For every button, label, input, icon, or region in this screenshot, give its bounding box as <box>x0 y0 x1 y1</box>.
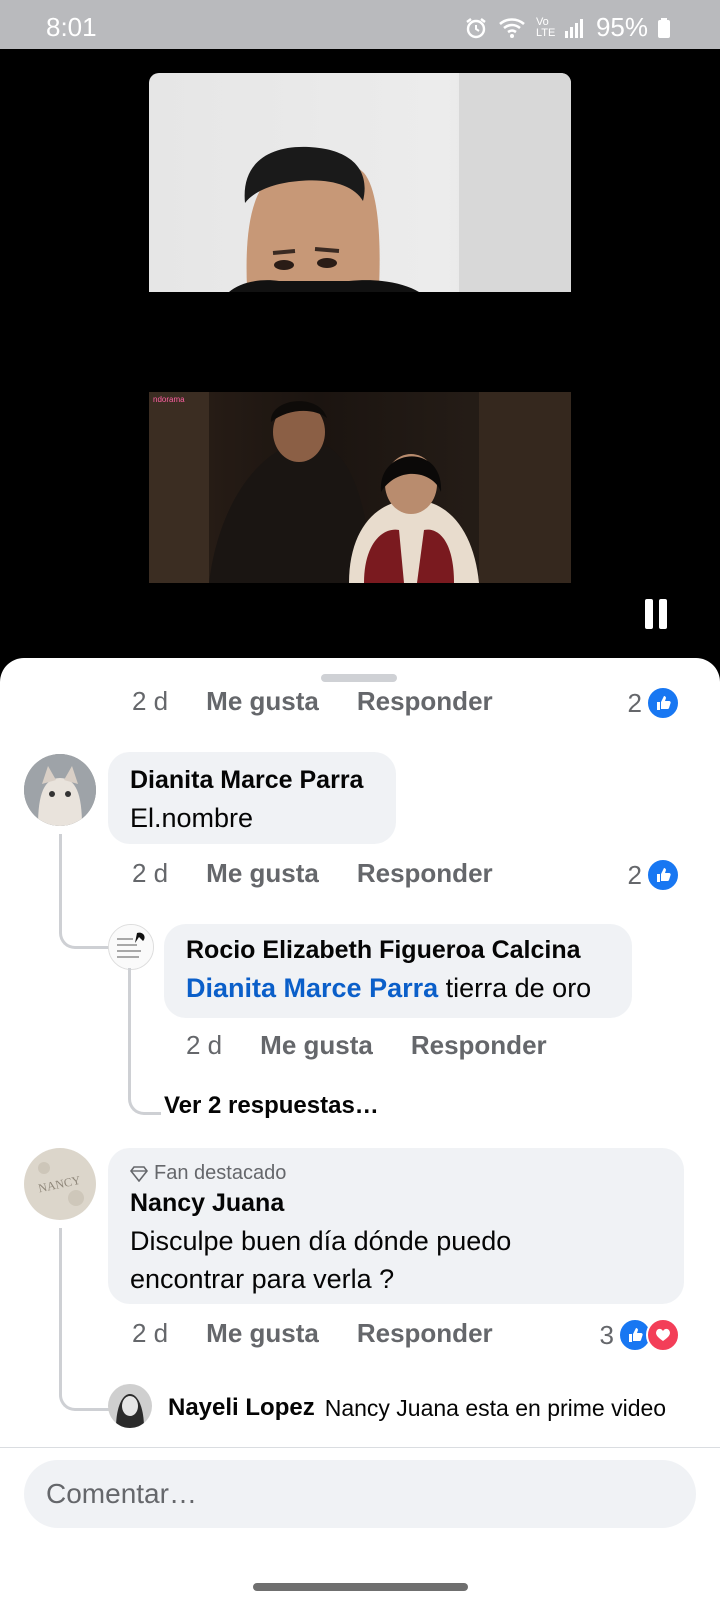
comment-age: 2 d <box>132 858 169 888</box>
battery-icon <box>658 17 670 38</box>
reaction-number: 3 <box>599 1319 614 1350</box>
love-reaction-icon <box>646 1318 680 1352</box>
reply-preview[interactable]: Nayeli Lopez Nancy Juana esta en prime v… <box>168 1394 666 1422</box>
comments-sheet: 2 d Me gusta Responder 2 Dianita Marce P… <box>0 658 720 1600</box>
avatar[interactable]: NANCY <box>24 1148 96 1220</box>
like-reaction-icon <box>646 858 680 892</box>
comment-text-line: Disculpe buen día dónde puedo <box>130 1226 512 1256</box>
comment-actions: 2 d Me gusta Responder <box>132 858 531 889</box>
reply-text: Dianita Marce Parra tierra de oro <box>186 969 608 1007</box>
comment-bubble[interactable]: Dianita Marce Parra El.nombre <box>108 752 396 844</box>
divider <box>0 1447 720 1448</box>
mention-link[interactable]: Dianita Marce Parra <box>186 973 438 1003</box>
reply-age: 2 d <box>186 1030 223 1060</box>
comment-bubble[interactable]: Fan destacado Nancy Juana Disculpe buen … <box>108 1148 684 1304</box>
comment-actions: 2 d Me gusta Responder <box>132 686 531 717</box>
alarm-icon <box>466 17 486 38</box>
gesture-nav-bar[interactable] <box>253 1583 468 1591</box>
wifi-icon <box>499 17 525 38</box>
badge-label: Fan destacado <box>154 1162 287 1184</box>
comment-input-placeholder: Comentar… <box>46 1478 197 1509</box>
nayeli-avatar-image <box>108 1384 152 1428</box>
signal-icon <box>564 18 583 38</box>
view-more-replies-link[interactable]: Ver 2 respuestas… <box>164 1092 379 1120</box>
reaction-number: 2 <box>627 687 642 718</box>
like-reaction-icon <box>646 686 680 720</box>
comment-age: 2 d <box>132 686 169 716</box>
network-label: Vo LTE <box>535 15 556 39</box>
comment-author[interactable]: Nancy Juana <box>130 1189 660 1218</box>
reply-text: Nancy Juana esta en prime video <box>324 1394 667 1421</box>
reply-actions: 2 d Me gusta Responder <box>186 1030 585 1061</box>
reply-author[interactable]: Rocio Elizabeth Figueroa Calcina <box>186 936 608 965</box>
like-link[interactable]: Me gusta <box>206 686 319 717</box>
like-link[interactable]: Me gusta <box>206 1318 319 1349</box>
thread-line <box>59 1228 110 1411</box>
movie-clip: ndorama <box>149 392 571 583</box>
diamond-icon <box>130 1165 148 1182</box>
top-fan-badge: Fan destacado <box>130 1162 660 1185</box>
pause-icon[interactable] <box>645 599 669 629</box>
comment-age: 2 d <box>132 1318 169 1348</box>
reply-link[interactable]: Responder <box>357 858 493 889</box>
comment-input[interactable]: Comentar… <box>24 1460 696 1528</box>
thread-line <box>128 968 161 1115</box>
reply-bubble[interactable]: Rocio Elizabeth Figueroa Calcina Dianita… <box>164 924 632 1018</box>
reaction-count[interactable]: 2 <box>628 858 680 892</box>
comment-text: El.nombre <box>130 803 254 833</box>
sheet-drag-handle[interactable] <box>321 674 397 682</box>
reply-link[interactable]: Responder <box>357 1318 493 1349</box>
reply-body: tierra de oro <box>438 973 592 1003</box>
comment-text: Disculpe buen día dónde puedo encontrar … <box>130 1222 660 1298</box>
video-player[interactable]: ndorama <box>0 49 720 660</box>
battery-percent: 95% <box>595 12 648 42</box>
streamer-camera-feed <box>149 73 571 292</box>
cat-avatar-image <box>24 754 96 826</box>
reaction-count[interactable]: 2 <box>628 686 680 720</box>
avatar[interactable] <box>108 1384 152 1428</box>
status-icons: Vo LTE 95% <box>464 12 670 43</box>
reply-link[interactable]: Responder <box>357 686 493 717</box>
memorial-avatar-image <box>109 925 153 969</box>
reaction-count[interactable]: 3 <box>600 1318 680 1352</box>
reply-author[interactable]: Nayeli Lopez <box>168 1394 315 1422</box>
comment-text-line: encontrar para verla ? <box>130 1264 395 1294</box>
movie-scene-image: ndorama <box>149 392 571 583</box>
thread-line <box>59 834 110 949</box>
like-link[interactable]: Me gusta <box>260 1030 373 1061</box>
sand-avatar-image: NANCY <box>24 1148 96 1220</box>
status-time: 8:01 <box>46 12 97 42</box>
like-link[interactable]: Me gusta <box>206 858 319 889</box>
reply-link[interactable]: Responder <box>411 1030 547 1061</box>
comment-actions: 2 d Me gusta Responder <box>132 1318 531 1349</box>
avatar[interactable] <box>108 924 154 970</box>
watermark-text: ndorama <box>153 395 185 404</box>
status-bar: 8:01 Vo LTE 95% <box>0 0 720 49</box>
avatar[interactable] <box>24 754 96 826</box>
streamer-image <box>229 73 571 292</box>
comment-author[interactable]: Dianita Marce Parra <box>130 766 372 795</box>
reaction-number: 2 <box>627 859 642 890</box>
